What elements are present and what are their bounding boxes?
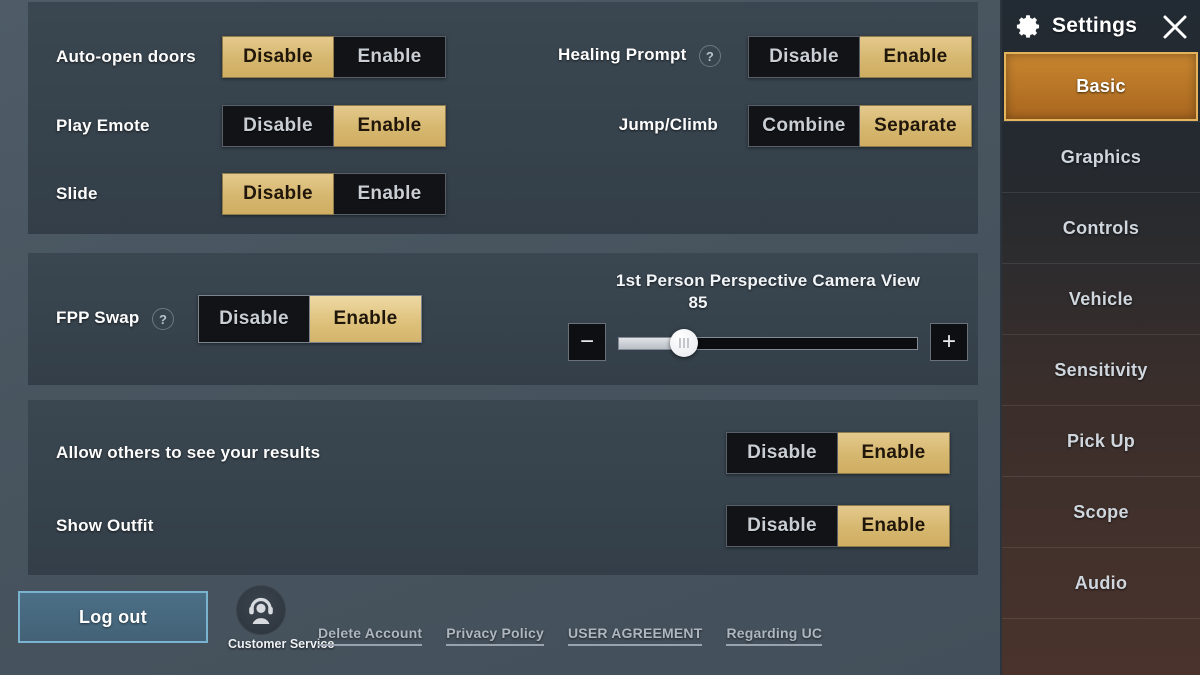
slider-thumb[interactable]: [670, 329, 698, 357]
option-enable[interactable]: Enable: [310, 295, 422, 343]
sidebar-item-graphics[interactable]: Graphics: [1002, 121, 1200, 192]
setting-label: Allow others to see your results: [56, 443, 321, 462]
toggle-fpp-swap[interactable]: Disable Enable: [198, 295, 422, 343]
option-disable[interactable]: Disable: [726, 505, 838, 547]
fpp-swap-panel: FPP Swap ? Disable Enable 1st Person Per…: [28, 253, 978, 385]
decrement-button[interactable]: −: [568, 323, 606, 361]
link-label: Delete Account: [318, 625, 423, 641]
settings-sidebar: Settings Basic Graphics Controls Vehicle…: [1000, 0, 1200, 675]
sidebar-item-label: Scope: [1073, 501, 1129, 522]
setting-label: Play Emote: [56, 116, 150, 135]
sidebar-item-pick-up[interactable]: Pick Up: [1002, 405, 1200, 476]
sidebar-item-label: Basic: [1076, 76, 1126, 96]
link-user-agreement[interactable]: USER AGREEMENT: [567, 625, 703, 646]
customer-service-button[interactable]: Customer Service: [228, 585, 335, 651]
toggle-jump-climb[interactable]: Combine Separate: [748, 105, 972, 147]
question-mark-icon[interactable]: ?: [151, 308, 174, 330]
settings-content-area: Auto-open doors Disable Enable Play Emot…: [0, 0, 1000, 675]
setting-label: Healing Prompt: [558, 45, 687, 65]
link-label: USER AGREEMENT: [567, 625, 703, 641]
camera-view-slider[interactable]: [618, 329, 918, 357]
link-label: Regarding UC: [726, 625, 823, 641]
option-combine[interactable]: Combine: [748, 105, 860, 147]
option-disable[interactable]: Disable: [222, 105, 334, 147]
toggle-slide[interactable]: Disable Enable: [222, 173, 446, 215]
headset-support-icon: [236, 585, 286, 635]
option-separate[interactable]: Separate: [860, 105, 972, 147]
option-enable[interactable]: Enable: [860, 36, 972, 78]
sidebar-item-label: Controls: [1062, 217, 1140, 238]
sidebar-header: Settings: [1002, 0, 1200, 52]
toggle-allow-others-see-results[interactable]: Disable Enable: [726, 432, 950, 474]
increment-button[interactable]: +: [930, 323, 968, 361]
sidebar-item-label: Sensitivity: [1054, 359, 1148, 380]
option-disable[interactable]: Disable: [726, 432, 838, 474]
link-privacy-policy[interactable]: Privacy Policy: [446, 625, 544, 646]
sidebar-item-scope[interactable]: Scope: [1002, 476, 1200, 547]
toggle-auto-open-doors[interactable]: Disable Enable: [222, 36, 446, 78]
option-disable[interactable]: Disable: [222, 36, 334, 78]
option-enable[interactable]: Enable: [334, 36, 446, 78]
option-enable[interactable]: Enable: [838, 432, 950, 474]
sidebar-item-label: Pick Up: [1066, 430, 1136, 451]
link-underline: [318, 644, 423, 646]
link-underline: [726, 644, 823, 646]
option-enable[interactable]: Enable: [838, 505, 950, 547]
sidebar-item-controls[interactable]: Controls: [1002, 192, 1200, 263]
slider-title: 1st Person Perspective Camera View: [615, 271, 921, 290]
privacy-settings-panel: Allow others to see your results Disable…: [28, 400, 978, 575]
camera-view-slider-group: 1st Person Perspective Camera View 85 − …: [568, 271, 968, 361]
setting-label: Auto-open doors: [56, 47, 196, 66]
setting-label: Slide: [56, 184, 98, 203]
bottom-action-bar: Log out Customer Service Delete Account …: [0, 577, 1000, 675]
slider-value: 85: [688, 293, 708, 312]
link-label: Privacy Policy: [446, 625, 544, 641]
sidebar-item-label: Vehicle: [1068, 288, 1134, 309]
sidebar-item-label: Graphics: [1060, 146, 1142, 167]
link-delete-account[interactable]: Delete Account: [318, 625, 423, 646]
option-enable[interactable]: Enable: [334, 173, 446, 215]
sidebar-item-basic[interactable]: Basic: [1004, 52, 1198, 121]
setting-label: FPP Swap: [56, 308, 140, 328]
link-regarding-uc[interactable]: Regarding UC: [726, 625, 823, 646]
option-disable[interactable]: Disable: [748, 36, 860, 78]
sidebar-title: Settings: [1052, 14, 1138, 37]
sidebar-item-label: Audio: [1074, 572, 1128, 593]
sidebar-item-next-partial[interactable]: [1002, 618, 1200, 658]
legal-links: Delete Account Privacy Policy USER AGREE…: [318, 625, 823, 646]
sidebar-item-audio[interactable]: Audio: [1002, 547, 1200, 618]
toggle-healing-prompt[interactable]: Disable Enable: [748, 36, 972, 78]
customer-service-label: Customer Service: [228, 637, 335, 651]
gear-icon: [1016, 14, 1040, 38]
toggle-play-emote[interactable]: Disable Enable: [222, 105, 446, 147]
option-enable[interactable]: Enable: [334, 105, 446, 147]
toggle-show-outfit[interactable]: Disable Enable: [726, 505, 950, 547]
question-mark-icon[interactable]: ?: [698, 45, 721, 67]
logout-button[interactable]: Log out: [18, 591, 208, 643]
basic-settings-panel: Auto-open doors Disable Enable Play Emot…: [28, 2, 978, 234]
close-icon[interactable]: [1160, 12, 1190, 42]
link-underline: [567, 644, 703, 646]
option-disable[interactable]: Disable: [222, 173, 334, 215]
setting-label: Show Outfit: [56, 516, 154, 535]
option-disable[interactable]: Disable: [198, 295, 310, 343]
link-underline: [446, 644, 544, 646]
sidebar-item-vehicle[interactable]: Vehicle: [1002, 263, 1200, 334]
setting-label: Jump/Climb: [618, 115, 718, 134]
sidebar-item-sensitivity[interactable]: Sensitivity: [1002, 334, 1200, 405]
